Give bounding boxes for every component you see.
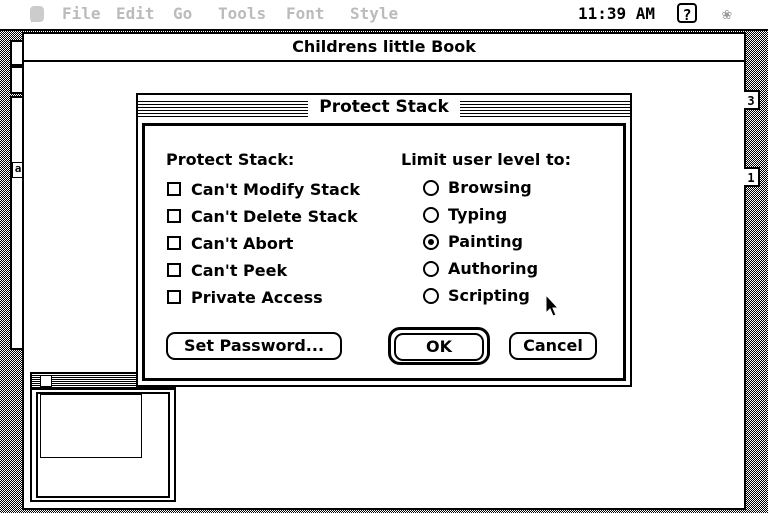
dialog-title-bar[interactable]: Protect Stack — [138, 95, 630, 119]
mini-view-rect[interactable] — [40, 394, 142, 458]
checkbox-label: Can't Peek — [191, 261, 288, 280]
set-password-button[interactable]: Set Password... — [166, 332, 342, 360]
menu-style[interactable]: Style — [350, 4, 398, 23]
help-icon[interactable]: ? — [677, 3, 697, 24]
menu-bar:  File Edit Go Tools Font Style 11:39 AM… — [0, 0, 768, 31]
checkbox-label: Can't Abort — [191, 234, 294, 253]
arrow-cursor-icon — [545, 294, 560, 317]
checkbox-cant-abort[interactable]: Can't Abort — [167, 232, 387, 254]
ok-button[interactable]: OK — [394, 333, 484, 361]
ok-default-ring: OK — [388, 327, 490, 365]
side-tab-1[interactable]: 1 — [744, 167, 760, 187]
mini-window — [30, 372, 176, 502]
checkbox-label: Private Access — [191, 288, 323, 307]
mini-canvas — [36, 392, 170, 498]
help-symbol: ? — [682, 6, 692, 24]
menu-file[interactable]: File — [62, 4, 101, 23]
menu-tools[interactable]: Tools — [218, 4, 266, 23]
checkbox-cant-delete[interactable]: Can't Delete Stack — [167, 205, 387, 227]
menu-go[interactable]: Go — [173, 4, 192, 23]
radio-label: Scripting — [448, 286, 530, 305]
dialog-title: Protect Stack — [319, 97, 449, 117]
cancel-button[interactable]: Cancel — [509, 332, 597, 360]
radio-typing[interactable]: Typing — [423, 204, 583, 226]
checkbox-cant-modify[interactable]: Can't Modify Stack — [167, 178, 387, 200]
checkbox-box[interactable] — [167, 263, 181, 277]
radio-circle[interactable] — [423, 261, 439, 277]
checkbox-label: Can't Delete Stack — [191, 207, 358, 226]
radio-label: Authoring — [448, 259, 539, 278]
checkbox-label: Can't Modify Stack — [191, 180, 360, 199]
checkbox-private-access[interactable]: Private Access — [167, 286, 387, 308]
menu-font[interactable]: Font — [286, 4, 325, 23]
radio-label: Browsing — [448, 178, 532, 197]
checkbox-cant-peek[interactable]: Can't Peek — [167, 259, 387, 281]
radio-circle[interactable] — [423, 288, 439, 304]
side-tab-3[interactable]: 3 — [744, 90, 760, 110]
protect-stack-dialog: Protect Stack Protect Stack: Limit user … — [136, 93, 632, 387]
app-icon[interactable]: ❀ — [722, 4, 732, 23]
menu-edit[interactable]: Edit — [116, 4, 155, 23]
radio-circle[interactable] — [423, 207, 439, 223]
checkbox-box[interactable] — [167, 290, 181, 304]
limit-user-level-header: Limit user level to: — [401, 150, 571, 169]
stack-title-bar[interactable]: Childrens little Book — [24, 34, 744, 62]
checkbox-box[interactable] — [167, 182, 181, 196]
radio-circle-selected[interactable] — [423, 234, 439, 250]
radio-authoring[interactable]: Authoring — [423, 258, 583, 280]
radio-painting[interactable]: Painting — [423, 231, 583, 253]
radio-label: Typing — [448, 205, 508, 224]
stack-title: Childrens little Book — [292, 37, 476, 56]
mini-close-box[interactable] — [40, 375, 52, 387]
dialog-content: Protect Stack: Limit user level to: Can'… — [142, 123, 626, 381]
apple-menu[interactable] — [30, 6, 44, 22]
radio-label: Painting — [448, 232, 523, 251]
menu-clock: 11:39 AM — [578, 4, 656, 23]
checkbox-box[interactable] — [167, 236, 181, 250]
radio-circle[interactable] — [423, 180, 439, 196]
protect-stack-header: Protect Stack: — [166, 150, 295, 169]
checkbox-box[interactable] — [167, 209, 181, 223]
radio-browsing[interactable]: Browsing — [423, 177, 583, 199]
